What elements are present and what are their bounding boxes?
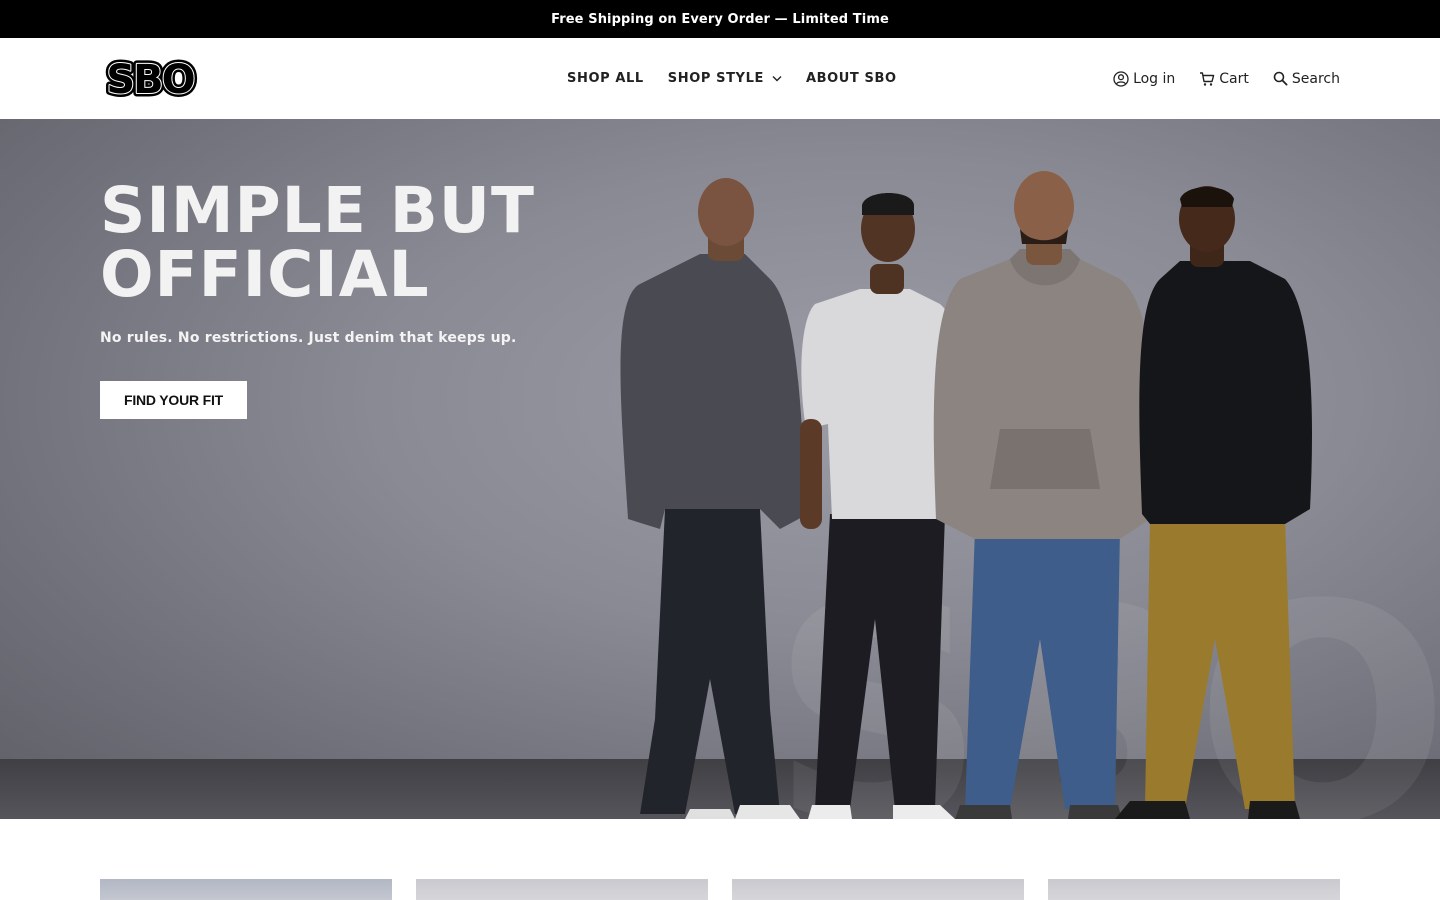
hero-title-line-1: SIMPLE BUT [100, 174, 535, 247]
hero-subtitle: No rules. No restrictions. Just denim th… [100, 330, 517, 346]
sbo-logo[interactable]: SBO SBO SBO [100, 56, 200, 100]
chevron-down-icon [772, 75, 782, 82]
announcement-text: Free Shipping on Every Order — Limited T… [551, 11, 889, 27]
svg-text:SBO: SBO [106, 57, 193, 100]
cart-icon [1199, 71, 1215, 87]
main-nav: SHOP ALL SHOP STYLE ABOUT SBO [567, 38, 897, 119]
nav-about-sbo-label: ABOUT SBO [805, 71, 897, 86]
login-label: Log in [1133, 70, 1176, 87]
hero-title-line-2: OFFICIAL [100, 238, 430, 311]
search-link[interactable]: Search [1273, 71, 1340, 87]
hero-banner: SBO [0, 119, 1440, 819]
search-icon [1273, 71, 1288, 86]
collection-card[interactable] [732, 879, 1024, 900]
site-header: SBO SBO SBO SHOP ALL SHOP STYLE ABOUT SB… [0, 38, 1440, 119]
header-utilities: Log in Cart Search [1113, 38, 1340, 119]
cart-link[interactable]: Cart [1199, 71, 1249, 87]
find-your-fit-button[interactable]: FIND YOUR FIT [100, 381, 247, 419]
hero-title: SIMPLE BUT OFFICIAL [100, 179, 700, 307]
cart-label: Cart [1219, 70, 1249, 87]
collection-card[interactable] [416, 879, 708, 900]
nav-shop-all-label: SHOP ALL [567, 71, 644, 86]
login-link[interactable]: Log in [1113, 71, 1175, 87]
search-label: Search [1291, 70, 1340, 87]
collection-grid [100, 879, 1340, 900]
nav-shop-all[interactable]: SHOP ALL [567, 71, 644, 86]
nav-shop-style[interactable]: SHOP STYLE [668, 71, 782, 86]
collection-card[interactable] [1048, 879, 1340, 900]
collection-card[interactable] [100, 879, 392, 900]
nav-shop-style-label: SHOP STYLE [667, 71, 764, 86]
user-circle-icon [1113, 70, 1129, 87]
nav-about-sbo[interactable]: ABOUT SBO [806, 71, 897, 86]
announcement-bar: Free Shipping on Every Order — Limited T… [0, 0, 1440, 38]
